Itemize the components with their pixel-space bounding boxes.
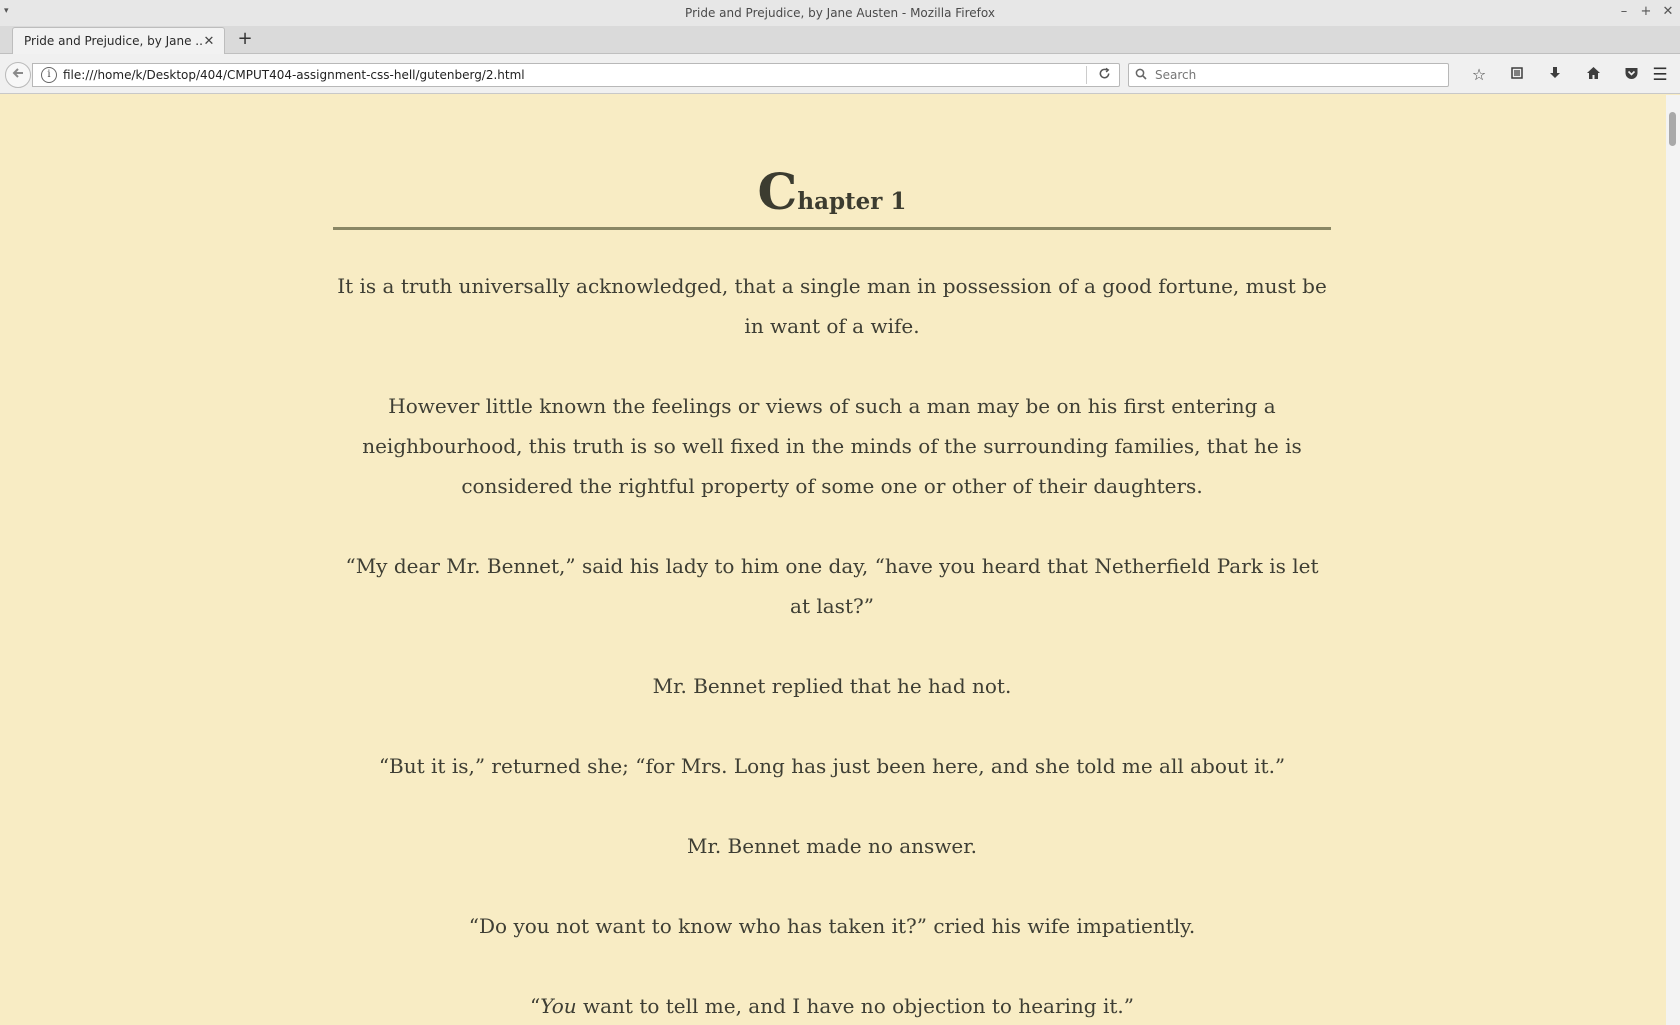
paragraph: “But it is,” returned she; “for Mrs. Lon… [378, 754, 1286, 778]
urlbar-divider [1086, 66, 1087, 84]
chapter-heading-rest: hapter 1 [797, 188, 907, 215]
close-window-button[interactable]: ✕ [1662, 3, 1674, 21]
reload-icon[interactable] [1095, 67, 1113, 84]
tab-strip: Pride and Prejudice, by Jane ... ✕ + [0, 26, 1680, 54]
url-text[interactable]: file:///home/k/Desktop/404/CMPUT404-assi… [63, 68, 1086, 82]
download-icon[interactable] [1536, 64, 1574, 86]
search-icon [1135, 68, 1149, 83]
scrollbar-thumb[interactable] [1669, 112, 1676, 146]
bookmark-star-icon[interactable]: ☆ [1460, 64, 1498, 86]
navigation-toolbar: i file:///home/k/Desktop/404/CMPUT404-as… [0, 54, 1680, 94]
window-menu-icon[interactable]: ▾ [4, 6, 9, 16]
chapter-heading: Chapter 1 [333, 167, 1331, 230]
window-controls: – + ✕ [1618, 3, 1674, 21]
chapter-dropcap: C [757, 162, 798, 221]
open-quote: “ [530, 994, 541, 1018]
minimize-button[interactable]: – [1618, 3, 1630, 21]
search-bar[interactable] [1128, 63, 1449, 87]
page-viewport: Chapter 1 It is a truth universally ackn… [0, 95, 1666, 1025]
paragraph-last: “You want to tell me, and I have no obje… [333, 986, 1331, 1025]
address-bar[interactable]: i file:///home/k/Desktop/404/CMPUT404-as… [32, 63, 1120, 87]
home-icon[interactable] [1574, 64, 1612, 86]
hamburger-menu-icon[interactable]: ☰ [1648, 64, 1672, 86]
paragraph: Mr. Bennet replied that he had not. [652, 674, 1012, 698]
window-title: Pride and Prejudice, by Jane Austen - Mo… [685, 6, 995, 20]
toolbar-icons: ☆ [1460, 64, 1650, 86]
back-arrow-icon [11, 66, 25, 84]
maximize-button[interactable]: + [1640, 3, 1652, 21]
vertical-scrollbar[interactable] [1666, 95, 1680, 1025]
paragraph: However little known the feelings or vie… [362, 394, 1302, 498]
library-icon[interactable] [1498, 64, 1536, 86]
tab-pride-and-prejudice[interactable]: Pride and Prejudice, by Jane ... ✕ [12, 27, 225, 54]
new-tab-button[interactable]: + [234, 28, 256, 50]
paragraph-rest: want to tell me, and I have no objection… [576, 994, 1134, 1018]
search-input[interactable] [1155, 68, 1435, 82]
emphasis-text: You [540, 994, 577, 1018]
pocket-icon[interactable] [1612, 64, 1650, 86]
paragraph: It is a truth universally acknowledged, … [337, 274, 1327, 338]
paragraph: Mr. Bennet made no answer. [687, 834, 977, 858]
window-title-bar: ▾ Pride and Prejudice, by Jane Austen - … [0, 0, 1680, 26]
paragraph: “Do you not want to know who has taken i… [468, 914, 1196, 938]
info-icon[interactable]: i [41, 67, 57, 83]
tab-close-icon[interactable]: ✕ [202, 34, 216, 49]
back-button[interactable] [5, 62, 31, 88]
paragraph: “My dear Mr. Bennet,” said his lady to h… [345, 554, 1319, 618]
chapter-content: Chapter 1 It is a truth universally ackn… [333, 167, 1331, 1025]
tab-title: Pride and Prejudice, by Jane ... [24, 34, 202, 48]
